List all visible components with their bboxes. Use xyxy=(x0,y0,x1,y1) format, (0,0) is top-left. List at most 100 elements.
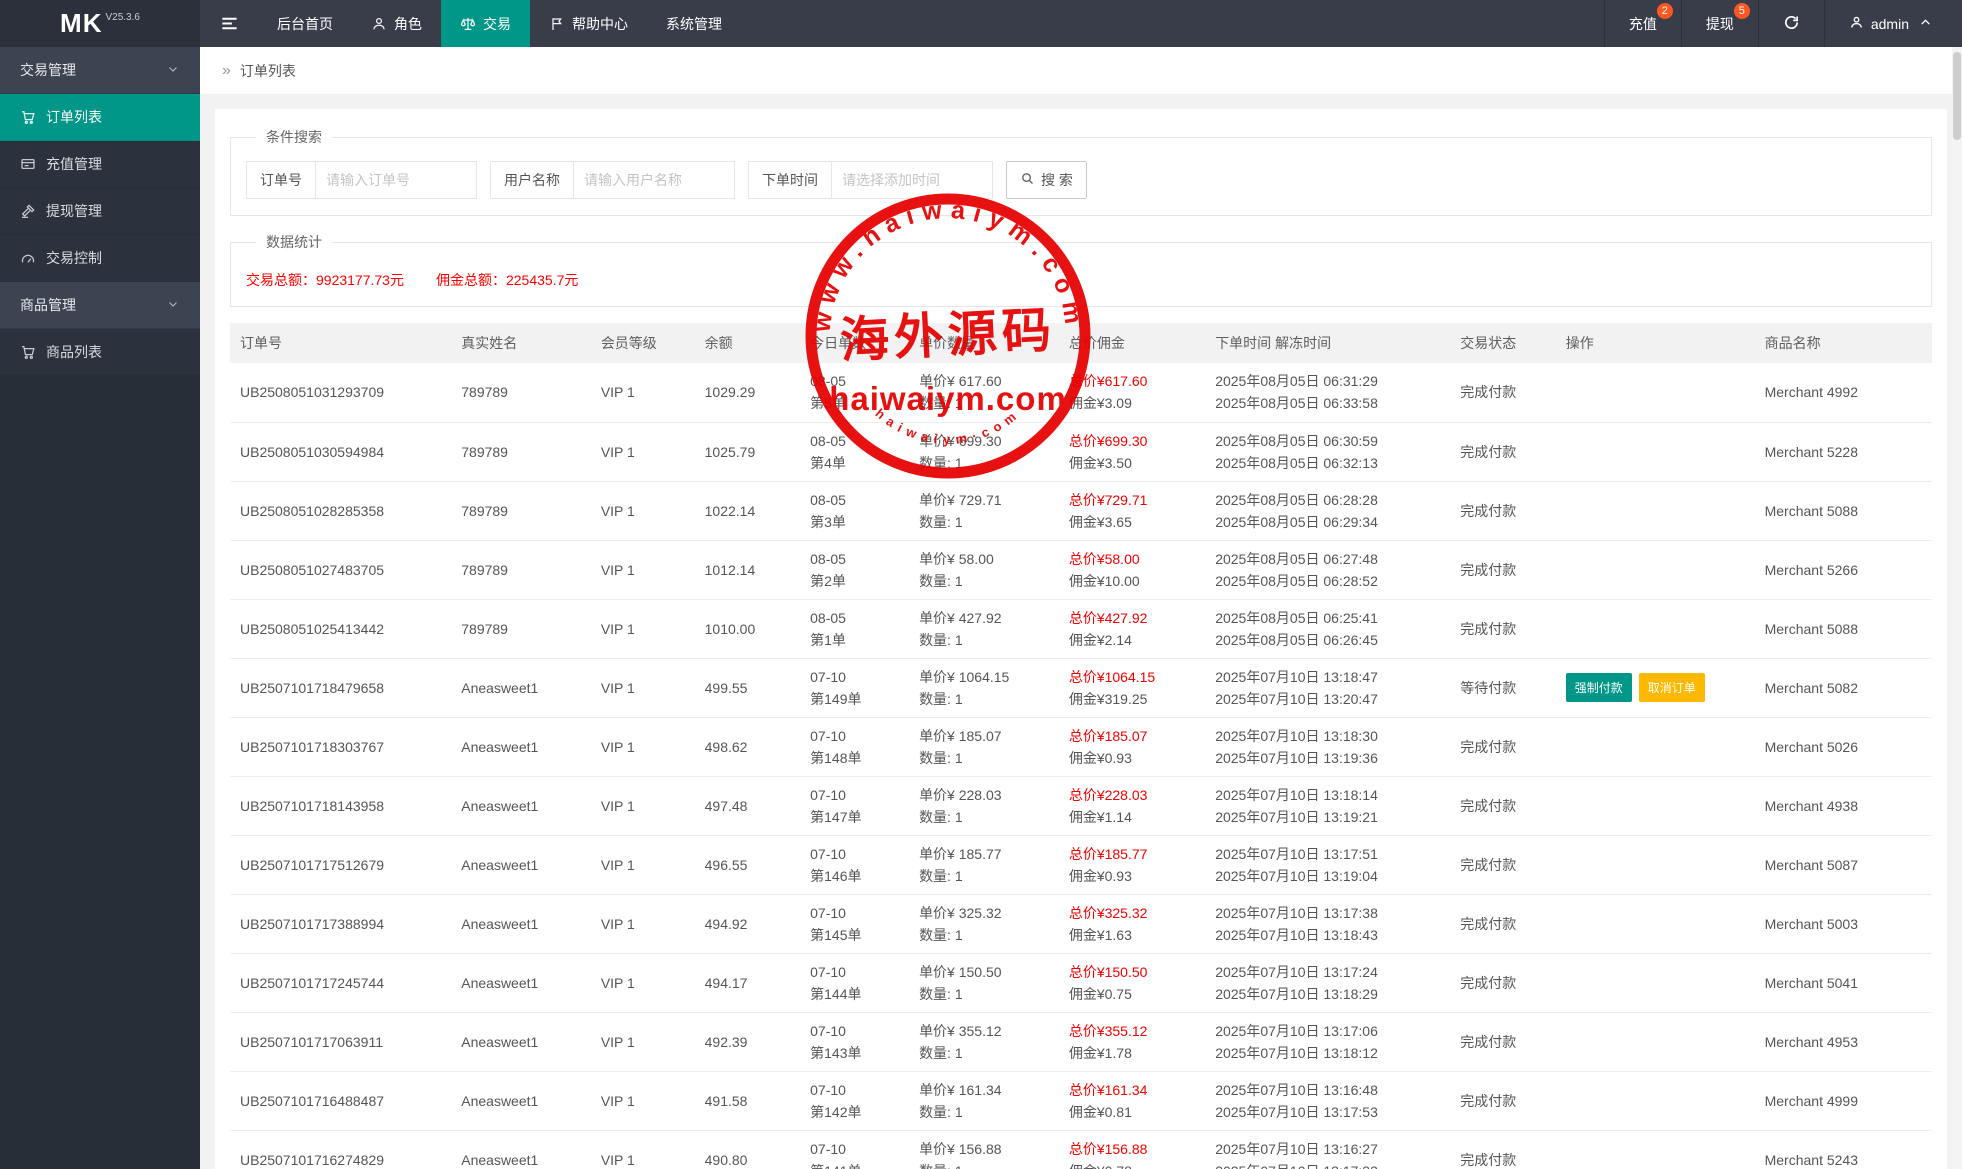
unit-price: 单价¥ 228.03 xyxy=(919,784,1049,806)
order-seq: 第144单 xyxy=(810,983,899,1005)
order-seq: 第2单 xyxy=(810,570,899,592)
total-price: 总价¥1064.15 xyxy=(1069,666,1195,688)
cancel-order-button[interactable]: 取消订单 xyxy=(1639,673,1705,702)
unfreeze-time: 2025年07月10日 13:17:33 xyxy=(1215,1160,1440,1169)
recharge-button[interactable]: 充值 2 xyxy=(1604,0,1681,47)
sidebar-item-recharge-manage[interactable]: 充值管理 xyxy=(0,141,200,188)
trade-status: 完成付款 xyxy=(1460,444,1516,460)
sidebar-item-withdraw-manage[interactable]: 提现管理 xyxy=(0,188,200,235)
nav-item-home[interactable]: 后台首页 xyxy=(258,0,352,47)
order-time: 2025年07月10日 13:18:30 xyxy=(1215,725,1440,747)
withdraw-button[interactable]: 提现 5 xyxy=(1681,0,1758,47)
unit-price: 单价¥ 58.00 xyxy=(919,548,1049,570)
nav-item-trade[interactable]: 交易 xyxy=(441,0,530,47)
vip-level: VIP 1 xyxy=(601,503,635,519)
commission: 佣金¥0.93 xyxy=(1069,865,1195,887)
order-seq: 第141单 xyxy=(810,1160,899,1169)
order-time: 2025年07月10日 13:17:24 xyxy=(1215,961,1440,983)
total-price: 总价¥228.03 xyxy=(1069,784,1195,806)
unfreeze-time: 2025年07月10日 13:17:53 xyxy=(1215,1101,1440,1123)
table-row: UB2507101717388994 Aneasweet1 VIP 1 494.… xyxy=(230,894,1932,953)
person-icon xyxy=(371,16,387,32)
merchant-name: Merchant 5041 xyxy=(1765,975,1858,991)
table-row: UB2507101716274829 Aneasweet1 VIP 1 490.… xyxy=(230,1130,1932,1169)
real-name: 789789 xyxy=(461,503,508,519)
actions-cell xyxy=(1556,540,1740,599)
username-group: 用户名称 xyxy=(490,161,735,199)
column-header: 操作 xyxy=(1556,323,1740,363)
commission: 佣金¥1.14 xyxy=(1069,806,1195,828)
order-no-label: 订单号 xyxy=(246,161,316,199)
menu-toggle-icon[interactable] xyxy=(200,0,258,47)
order-date: 07-10 xyxy=(810,784,899,806)
column-header: 会员等级 xyxy=(591,323,695,363)
table-row: UB2507101717245744 Aneasweet1 VIP 1 494.… xyxy=(230,953,1932,1012)
total-price: 总价¥325.32 xyxy=(1069,902,1195,924)
nav-item-system[interactable]: 系统管理 xyxy=(647,0,741,47)
refresh-button[interactable] xyxy=(1758,0,1824,47)
total-price: 总价¥427.92 xyxy=(1069,607,1195,629)
order-seq: 第5单 xyxy=(810,392,899,414)
nav-item-label: 系统管理 xyxy=(666,14,722,34)
order-no-input[interactable] xyxy=(315,161,477,199)
table-row: UB2508051031293709 789789 VIP 1 1029.29 … xyxy=(230,363,1932,422)
nav-item-label: 后台首页 xyxy=(277,14,333,34)
unfreeze-time: 2025年08月05日 06:32:13 xyxy=(1215,452,1440,474)
order-time-group: 下单时间 xyxy=(748,161,993,199)
quantity: 数量: 1 xyxy=(919,747,1049,769)
unit-price: 单价¥ 156.88 xyxy=(919,1138,1049,1160)
unfreeze-time: 2025年07月10日 13:18:29 xyxy=(1215,983,1440,1005)
order-date: 08-05 xyxy=(810,548,899,570)
sidebar-item-trade-control[interactable]: 交易控制 xyxy=(0,235,200,282)
unfreeze-time: 2025年07月10日 13:19:21 xyxy=(1215,806,1440,828)
balance: 494.17 xyxy=(705,975,748,991)
withdraw-label: 提现 xyxy=(1706,14,1734,34)
sidebar-item-order-list[interactable]: 订单列表 xyxy=(0,94,200,141)
merchant-name: Merchant 5087 xyxy=(1765,857,1858,873)
real-name: 789789 xyxy=(461,562,508,578)
order-time-label: 下单时间 xyxy=(748,161,832,199)
sidebar-item-goods-list[interactable]: 商品列表 xyxy=(0,329,200,376)
sidebar-group-trade-manage[interactable]: 交易管理 xyxy=(0,47,200,94)
refresh-icon xyxy=(1783,14,1800,34)
commission: 佣金¥1.63 xyxy=(1069,924,1195,946)
nav-item-help[interactable]: 帮助中心 xyxy=(530,0,647,47)
top-nav-items: 后台首页角色交易帮助中心系统管理 xyxy=(258,0,741,47)
unit-price: 单价¥ 617.60 xyxy=(919,370,1049,392)
sidebar-item-label: 充值管理 xyxy=(46,154,102,174)
order-date: 07-10 xyxy=(810,961,899,983)
quantity: 数量: 1 xyxy=(919,511,1049,533)
trade-status: 完成付款 xyxy=(1460,1034,1516,1050)
vip-level: VIP 1 xyxy=(601,1152,635,1168)
merchant-name: Merchant 5266 xyxy=(1765,562,1858,578)
user-menu[interactable]: admin xyxy=(1824,0,1962,47)
search-button[interactable]: 搜 索 xyxy=(1006,161,1087,199)
column-header: 余额 xyxy=(695,323,801,363)
scrollbar-thumb[interactable] xyxy=(1953,52,1961,140)
order-date: 07-10 xyxy=(810,902,899,924)
real-name: Aneasweet1 xyxy=(461,857,538,873)
actions-cell xyxy=(1556,894,1740,953)
commission: 佣金¥0.75 xyxy=(1069,983,1195,1005)
order-date: 07-10 xyxy=(810,843,899,865)
trade-status: 完成付款 xyxy=(1460,562,1516,578)
total-price: 总价¥161.34 xyxy=(1069,1079,1195,1101)
balance: 492.39 xyxy=(705,1034,748,1050)
sidebar-group-goods-manage[interactable]: 商品管理 xyxy=(0,282,200,329)
force-pay-button[interactable]: 强制付款 xyxy=(1566,673,1632,702)
unfreeze-time: 2025年07月10日 13:18:12 xyxy=(1215,1042,1440,1064)
column-header: 真实姓名 xyxy=(451,323,591,363)
stats-panel-legend: 数据统计 xyxy=(256,232,332,252)
search-panel-legend: 条件搜索 xyxy=(256,127,332,147)
order-time: 2025年08月05日 06:31:29 xyxy=(1215,370,1440,392)
order-time-input[interactable] xyxy=(831,161,993,199)
nav-item-role[interactable]: 角色 xyxy=(352,0,441,47)
app-logo: MK V25.3.6 xyxy=(0,0,200,47)
order-time: 2025年08月05日 06:25:41 xyxy=(1215,607,1440,629)
vertical-scrollbar[interactable] xyxy=(1952,47,1962,1169)
order-time: 2025年08月05日 06:28:28 xyxy=(1215,489,1440,511)
table-row: UB2508051027483705 789789 VIP 1 1012.14 … xyxy=(230,540,1932,599)
table-row: UB2507101718143958 Aneasweet1 VIP 1 497.… xyxy=(230,776,1932,835)
app-version: V25.3.6 xyxy=(105,12,139,23)
username-input[interactable] xyxy=(573,161,735,199)
